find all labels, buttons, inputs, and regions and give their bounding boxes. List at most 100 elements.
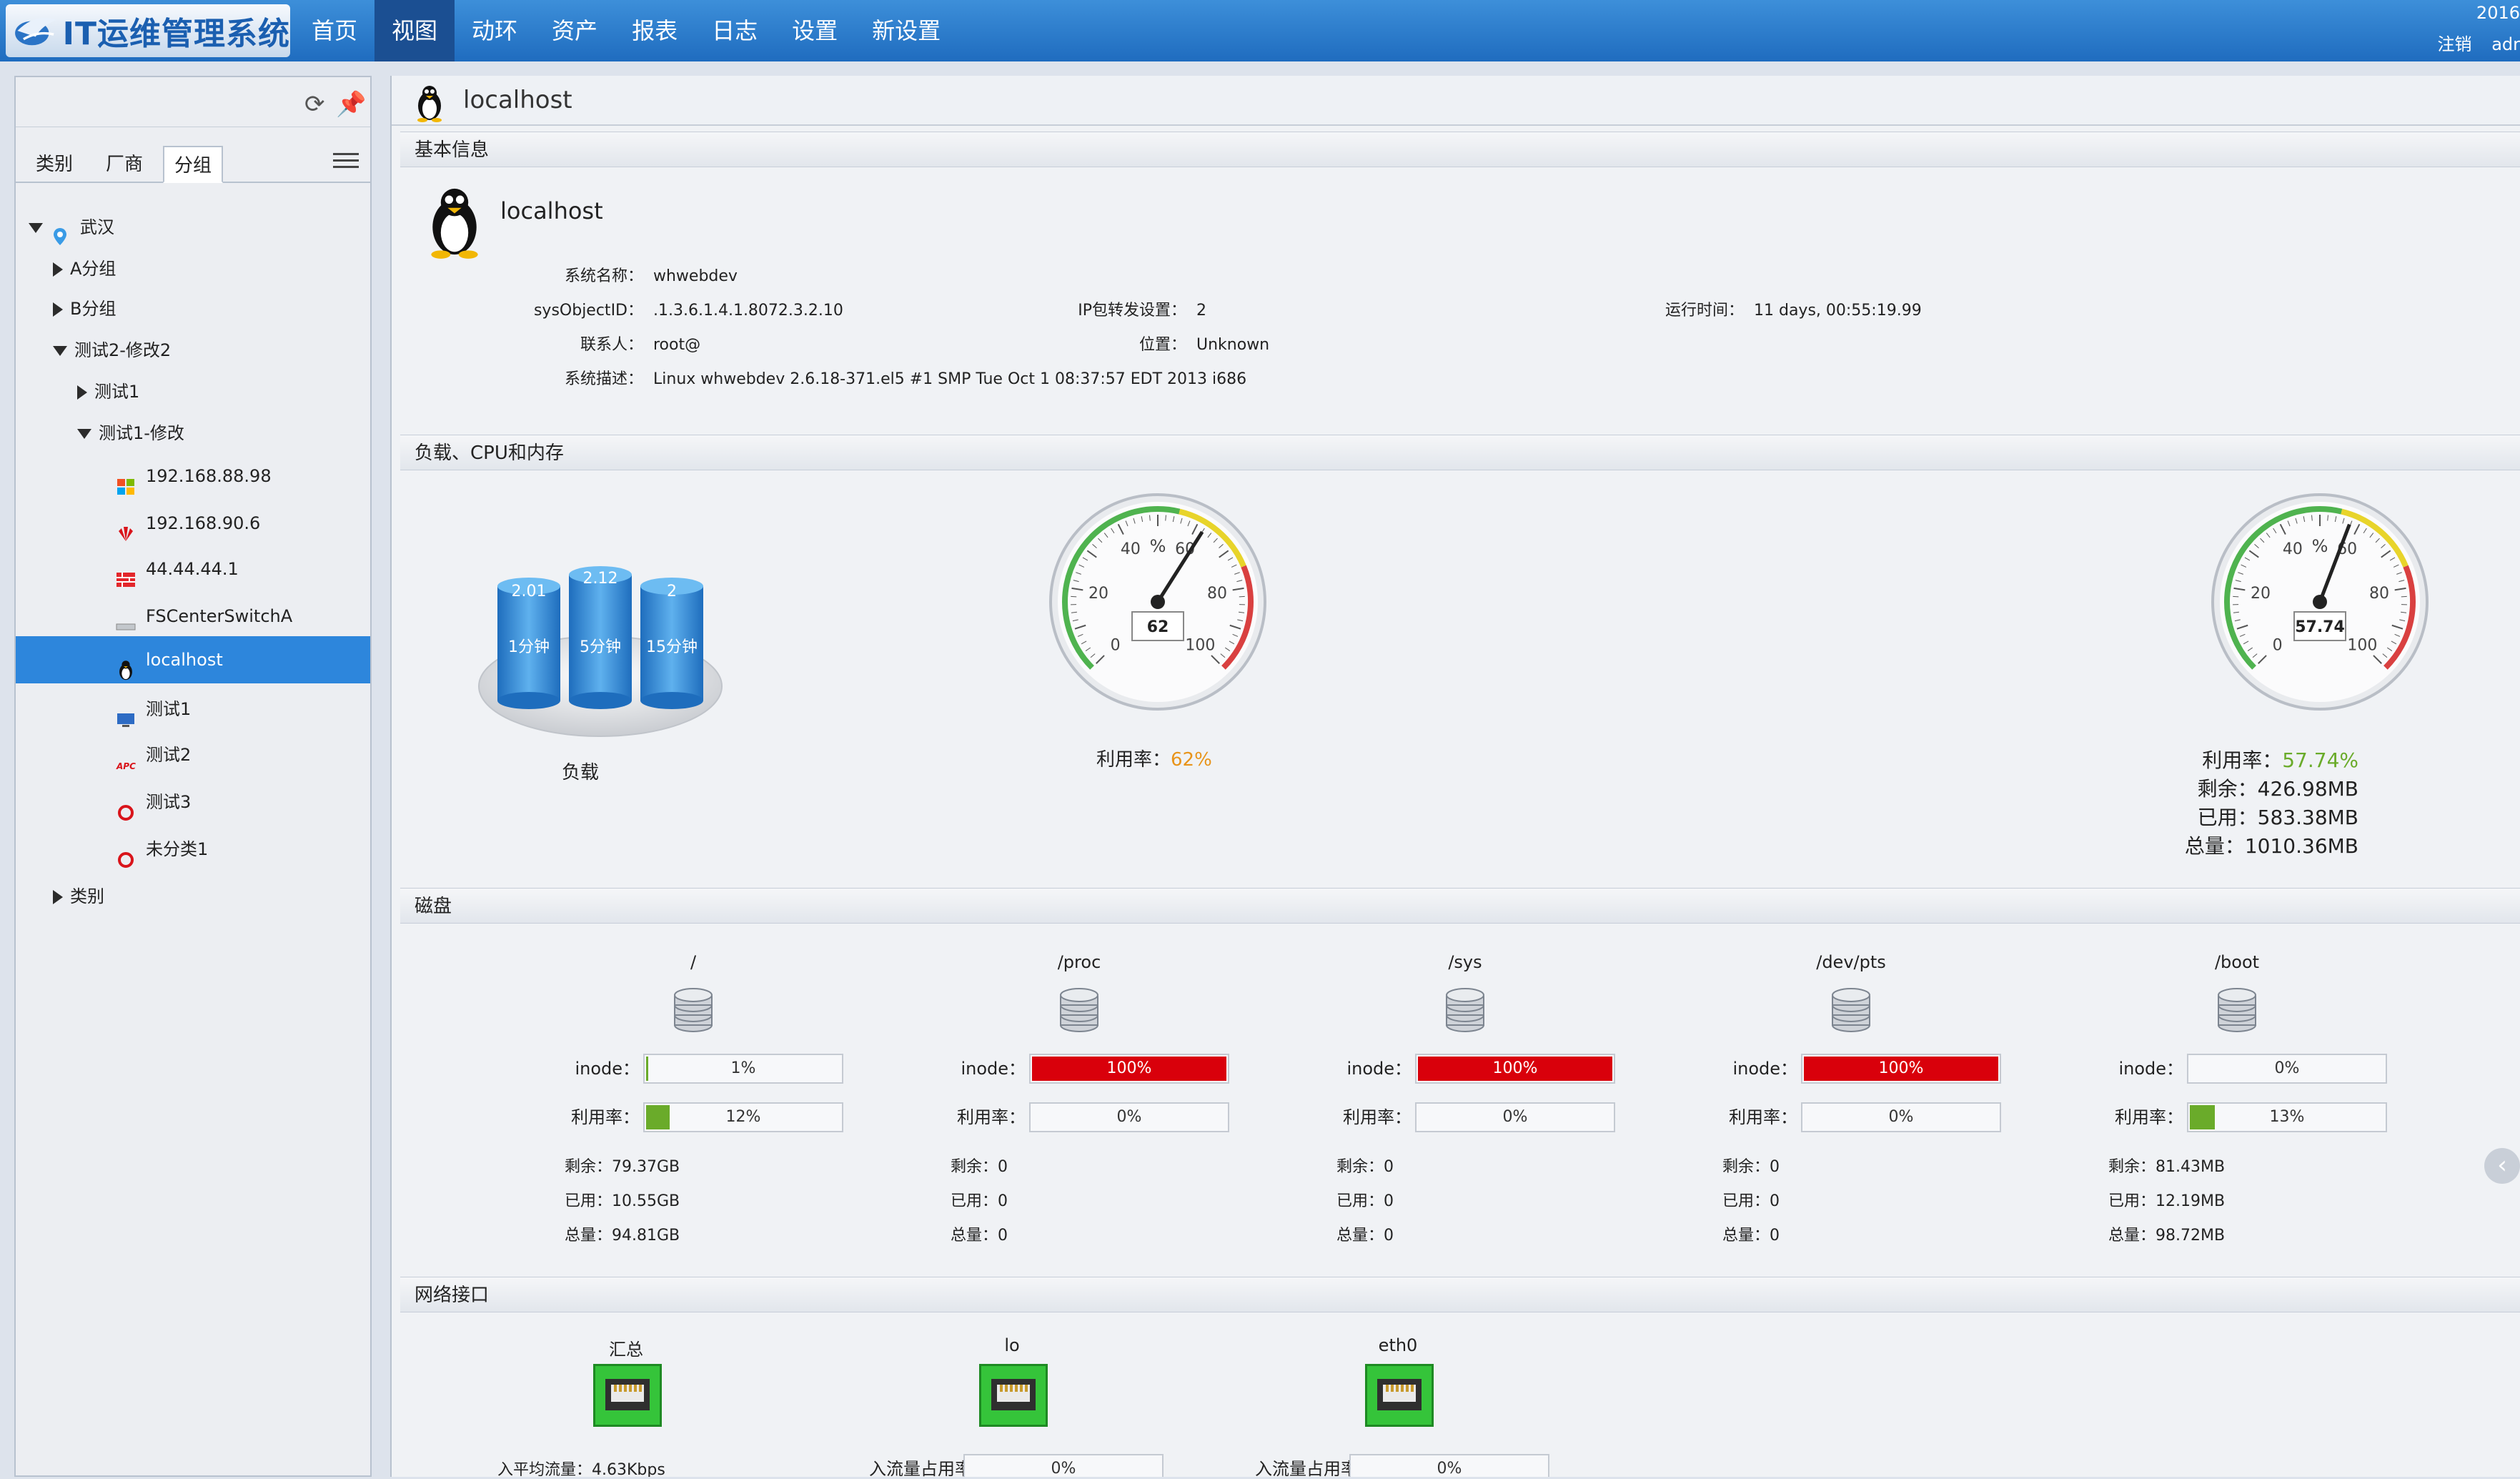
tree-item-12[interactable]: APC 测试2 xyxy=(16,733,370,776)
inode-row: inode： 1% xyxy=(543,1054,843,1084)
cpu-usage-label: 利用率： xyxy=(1096,749,1171,771)
tree-item-label: 测试1 xyxy=(146,699,192,719)
section-disk-header[interactable]: 磁盘 xyxy=(400,888,2520,924)
network-interface-card[interactable]: 汇总 入平均流量：4.63Kbps xyxy=(483,1335,769,1477)
huawei-icon xyxy=(116,515,136,541)
collapse-arrow-icon[interactable] xyxy=(77,429,91,439)
tree-item-6[interactable]: 192.168.88.98 xyxy=(16,455,370,498)
panel-title: localhost xyxy=(463,86,572,114)
tree-item-7[interactable]: 192.168.90.6 xyxy=(16,502,370,545)
tree-item-0[interactable]: 武汉 xyxy=(16,206,370,249)
expand-arrow-icon[interactable] xyxy=(53,890,63,904)
windows-icon xyxy=(116,468,136,495)
tab-group[interactable]: 分组 xyxy=(163,146,224,183)
tab-category[interactable]: 类别 xyxy=(26,146,83,183)
ethernet-port-icon xyxy=(1365,1364,1434,1427)
collapse-arrow-icon[interactable] xyxy=(29,223,43,233)
switch-icon xyxy=(116,608,136,630)
memory-gauge-readout: 57.74 xyxy=(2295,618,2345,636)
pin-icon xyxy=(50,219,70,245)
nav-item-7[interactable]: 新设置 xyxy=(855,0,958,61)
top-navigation-bar: IT运维管理系统 首页 视图 动环 资产 报表 日志 设置 新设置 2016 注销 adr xyxy=(0,0,2520,61)
scroll-left-arrow-icon[interactable]: ‹ xyxy=(2484,1148,2520,1184)
tree-item-label: 测试3 xyxy=(146,792,192,812)
network-interface-card[interactable]: lo 入流量占用率： 0% xyxy=(869,1335,1164,1477)
app-logo[interactable]: IT运维管理系统 xyxy=(6,4,290,57)
disk-card: /sys inode： 100% 利用率： 0% 剩余：0 已用：0 总量：0 xyxy=(1315,952,1615,1260)
cpu-gauge-tick xyxy=(1239,595,1245,598)
tree-item-5[interactable]: 测试1-修改 xyxy=(16,412,370,455)
interface-traffic-bar: 0% xyxy=(963,1454,1164,1477)
usage-row: 利用率： 13% xyxy=(2087,1102,2387,1132)
disk-used: 已用：0 xyxy=(951,1192,1008,1210)
usage-progress-bar: 0% xyxy=(1029,1102,1229,1132)
cpu-gauge-tick-label: 20 xyxy=(1088,585,1108,603)
tree-item-15[interactable]: 类别 xyxy=(16,875,370,918)
disk-free: 剩余：0 xyxy=(1336,1158,1394,1176)
usage-progress-bar: 12% xyxy=(643,1102,843,1132)
nav-item-2[interactable]: 动环 xyxy=(455,0,535,61)
collapse-arrow-icon[interactable] xyxy=(53,346,67,356)
memory-gauge: 02040 6080100%57.74 xyxy=(2211,493,2429,711)
inode-progress-bar: 100% xyxy=(1029,1054,1229,1084)
usage-progress-bar: 0% xyxy=(1415,1102,1615,1132)
nav-item-0[interactable]: 首页 xyxy=(294,0,374,61)
penguin-icon xyxy=(116,652,136,680)
database-icon xyxy=(1060,988,1098,1032)
load-cylinder-5min xyxy=(569,566,632,709)
inode-row: inode： 100% xyxy=(929,1054,1229,1084)
tab-vendor[interactable]: 厂商 xyxy=(96,146,153,183)
tree-item-13[interactable]: 测试3 xyxy=(16,781,370,823)
svg-text:APC: APC xyxy=(116,761,136,771)
tree-item-2[interactable]: B分组 xyxy=(16,287,370,330)
network-interface-card[interactable]: eth0 入流量占用率： 0% xyxy=(1255,1335,1549,1477)
nav-item-6[interactable]: 设置 xyxy=(775,0,855,61)
tree-item-8[interactable]: 44.44.44.1 xyxy=(16,548,370,590)
section-network-header[interactable]: 网络接口 xyxy=(400,1277,2520,1312)
main-panel: localhost 基本信息 localhost 系统名称： whwebdev s… xyxy=(390,76,2520,1477)
cpu-usage-row: 利用率：62% xyxy=(1096,745,1212,771)
refresh-icon[interactable]: ⟳ xyxy=(304,90,325,119)
interface-traffic-row: 入流量占用率： 0% xyxy=(1255,1454,1549,1477)
load-period-5min: 5分钟 xyxy=(580,638,621,656)
tree-item-label: 类别 xyxy=(70,886,104,906)
tree-item-4[interactable]: 测试1 xyxy=(16,370,370,413)
app-title: IT运维管理系统 xyxy=(62,16,290,52)
cpu-gauge-hub xyxy=(1151,595,1165,609)
tree-item-1[interactable]: A分组 xyxy=(16,247,370,290)
nav-item-4[interactable]: 报表 xyxy=(615,0,695,61)
database-icon xyxy=(1832,988,1870,1032)
memory-gauge-tick xyxy=(2233,595,2239,598)
nav-item-5[interactable]: 日志 xyxy=(695,0,775,61)
tree-item-11[interactable]: 测试1 xyxy=(16,688,370,731)
pin-icon[interactable]: 📌 xyxy=(336,90,366,119)
cpu-gauge-tick-label: 80 xyxy=(1207,585,1227,603)
disk-name: /dev/pts xyxy=(1816,952,1886,972)
expand-arrow-icon[interactable] xyxy=(53,262,63,277)
expand-arrow-icon[interactable] xyxy=(53,302,63,317)
disk-total: 总量：0 xyxy=(951,1227,1008,1245)
memory-gauge-tick-label: 20 xyxy=(2251,585,2271,603)
cpu-gauge-tick xyxy=(1071,595,1077,598)
tree-item-14[interactable]: 未分类1 xyxy=(16,828,370,871)
disk-name: / xyxy=(690,952,697,972)
section-load-header[interactable]: 负载、CPU和内存 xyxy=(400,435,2520,470)
tree-item-3[interactable]: 测试2-修改2 xyxy=(16,329,370,372)
section-disks: / inode： 1% 利用率： 12% 剩余：79.37GB 已用：10.55… xyxy=(400,925,2520,1282)
logout-link[interactable]: 注销 xyxy=(2438,34,2472,54)
nav-item-1[interactable]: 视图 xyxy=(374,0,455,61)
ip-forward-row: IP包转发设置： 2 xyxy=(1078,302,1206,320)
section-basic-info-header[interactable]: 基本信息 xyxy=(400,132,2520,167)
nav-item-3[interactable]: 资产 xyxy=(535,0,615,61)
expand-arrow-icon[interactable] xyxy=(77,385,87,400)
memory-gauge-unit: % xyxy=(2312,536,2328,556)
disk-name: /sys xyxy=(1448,952,1482,972)
disk-free: 剩余：79.37GB xyxy=(565,1158,680,1176)
inode-row: inode： 0% xyxy=(2087,1054,2387,1084)
tree-item-10[interactable]: localhost xyxy=(16,636,370,683)
disk-total: 总量：98.72MB xyxy=(2108,1227,2226,1245)
tree-item-9[interactable]: FSCenterSwitchA xyxy=(16,595,370,638)
tree-item-label: FSCenterSwitchA xyxy=(146,606,293,626)
menu-icon[interactable] xyxy=(333,149,359,172)
disk-card: / inode： 1% 利用率： 12% 剩余：79.37GB 已用：10.55… xyxy=(543,952,843,1260)
